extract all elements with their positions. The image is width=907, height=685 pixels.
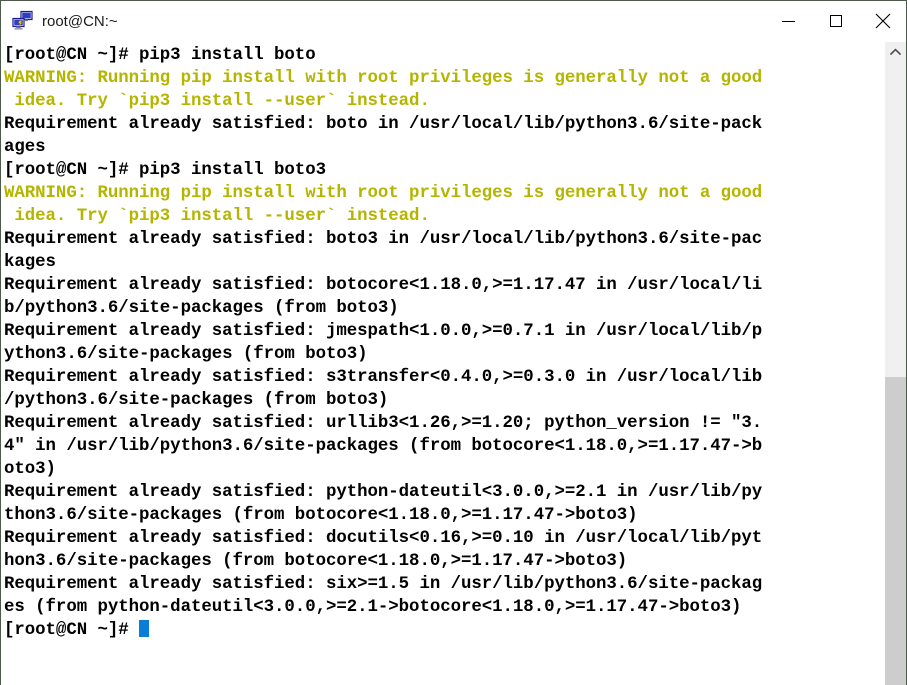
terminal-prompt-text: [root@CN ~]# [4, 621, 140, 640]
terminal-line: Requirement already satisfied: urllib3<1… [4, 414, 763, 433]
terminal-line: hon3.6/site-packages (from botocore<1.18… [4, 552, 628, 571]
terminal-line: Requirement already satisfied: boto3 in … [4, 230, 763, 249]
scrollbar-track[interactable] [885, 61, 906, 685]
close-button[interactable] [859, 1, 906, 41]
terminal-text: [root@CN ~]# pip3 install boto WARNING: R… [4, 44, 884, 642]
close-icon [875, 13, 891, 29]
terminal-line: WARNING: Running pip install with root p… [4, 184, 763, 203]
terminal-line: /python3.6/site-packages (from boto3) [4, 391, 389, 410]
putty-terminal-icon [12, 10, 34, 32]
terminal-output-area[interactable]: [root@CN ~]# pip3 install boto WARNING: R… [1, 42, 884, 685]
vertical-scrollbar[interactable] [884, 42, 906, 685]
window-caption-buttons [765, 1, 906, 41]
scrollbar-thumb[interactable] [885, 377, 906, 685]
terminal-line: ython3.6/site-packages (from boto3) [4, 345, 368, 364]
scrollbar-up-button[interactable] [885, 42, 906, 61]
terminal-line: Requirement already satisfied: s3transfe… [4, 368, 763, 387]
terminal-line: Requirement already satisfied: boto in /… [4, 115, 763, 134]
terminal-window: root@CN:~ [root@CN ~]# pip3 install boto… [0, 0, 907, 685]
terminal-line: Requirement already satisfied: six>=1.5 … [4, 575, 763, 594]
terminal-line: [root@CN ~]# pip3 install boto [4, 46, 316, 65]
terminal-line: Requirement already satisfied: python-da… [4, 483, 763, 502]
window-body: [root@CN ~]# pip3 install boto WARNING: R… [1, 42, 906, 685]
maximize-button[interactable] [812, 1, 859, 41]
terminal-line: kages [4, 253, 56, 272]
terminal-line: Requirement already satisfied: jmespath<… [4, 322, 763, 341]
terminal-cursor [139, 620, 150, 637]
chevron-up-icon [890, 47, 901, 56]
terminal-line: b/python3.6/site-packages (from boto3) [4, 299, 399, 318]
terminal-line: oto3) [4, 460, 56, 479]
terminal-line: [root@CN ~]# pip3 install boto3 [4, 161, 326, 180]
terminal-line: 4" in /usr/lib/python3.6/site-packages (… [4, 437, 763, 456]
terminal-prompt-line: [root@CN ~]# [4, 619, 884, 642]
terminal-line: ages [4, 138, 46, 157]
terminal-line: Requirement already satisfied: docutils<… [4, 529, 763, 548]
maximize-icon [829, 15, 842, 27]
terminal-line: idea. Try `pip3 install --user` instead. [4, 92, 430, 111]
terminal-line: Requirement already satisfied: botocore<… [4, 276, 763, 295]
terminal-line: WARNING: Running pip install with root p… [4, 69, 763, 88]
terminal-line: thon3.6/site-packages (from botocore<1.1… [4, 506, 638, 525]
minimize-button[interactable] [765, 1, 812, 41]
minimize-icon [782, 20, 795, 22]
terminal-line: es (from python-dateutil<3.0.0,>=2.1->bo… [4, 598, 742, 617]
terminal-line: idea. Try `pip3 install --user` instead. [4, 207, 430, 226]
window-title: root@CN:~ [42, 12, 118, 30]
window-titlebar[interactable]: root@CN:~ [1, 1, 906, 42]
